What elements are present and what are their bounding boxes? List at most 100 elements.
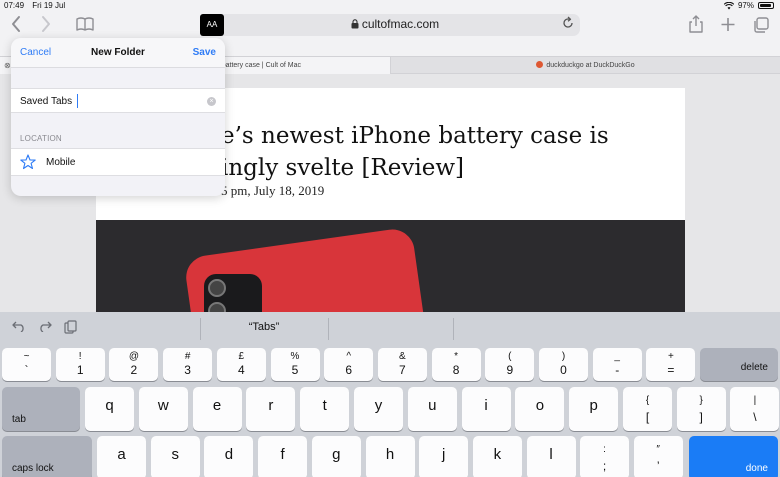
article-photo [96,220,685,318]
tab-duckduckgo[interactable]: duckduckgo at DuckDuckGo [390,57,780,74]
key-f[interactable]: f [258,436,308,477]
key-e[interactable]: e [192,387,242,431]
key-backtick[interactable]: ~ ` [2,348,51,381]
key-l[interactable]: l [526,436,576,477]
key-1[interactable]: ! 1 [55,348,105,381]
undo-icon[interactable] [12,320,26,335]
key-bracket-1[interactable]: }] [676,387,726,431]
key-g[interactable]: g [311,436,361,477]
key-0[interactable]: ) 0 [539,348,588,381]
key-shift-symbol: & [399,351,406,362]
key-bracket-0[interactable]: {[ [623,387,672,431]
save-button[interactable]: Save [193,47,216,58]
clear-text-icon[interactable]: × [207,97,216,106]
caps-lock-key-label: caps lock [12,463,54,474]
key-letter: p [589,397,598,414]
reader-aa-button[interactable]: AA [200,14,224,36]
folder-name-input[interactable] [20,93,200,109]
key-minus[interactable]: _ - [592,348,642,381]
key-symbol: 4 [237,363,245,377]
redo-icon[interactable] [38,320,52,335]
key-letter: y [374,397,383,414]
key-2[interactable]: @2 [109,348,159,381]
location-section-label: LOCATION [20,134,62,143]
key-9[interactable]: (9 [485,348,535,381]
tab-title: duckduckgo at DuckDuckGo [546,62,635,69]
key-p[interactable]: p [569,387,619,431]
key-j[interactable]: j [419,436,469,477]
key-bracket-2[interactable]: | \ [730,387,780,431]
chevron-left-icon[interactable] [10,14,22,38]
key-quote[interactable]: ″’ [633,436,683,477]
key-letter: g [332,446,341,463]
book-icon[interactable] [76,14,94,38]
key-letter: e [212,397,222,414]
caps-lock-key[interactable]: caps lock [2,436,92,477]
suggestion-divider [328,318,329,340]
key-letter: t [322,397,327,414]
address-bar[interactable]: cultofmac.com [210,14,580,36]
key-8[interactable]: * 8 [431,348,481,381]
key-equals[interactable]: + = [646,348,696,381]
key-h[interactable]: h [365,436,415,477]
done-key[interactable]: done [689,436,778,477]
key-symbol: 0 [560,363,567,377]
plus-icon[interactable] [720,14,736,38]
key-y[interactable]: y [354,387,403,431]
paste-icon[interactable] [64,320,78,337]
key-shift-symbol: + [667,351,674,362]
key-letter: k [493,446,502,463]
key-3[interactable]: #3 [163,348,213,381]
key-q[interactable]: q [85,387,134,431]
key-shift-symbol: ^ [346,351,352,362]
key-shift-symbol: £ [238,351,245,362]
key-t[interactable]: t [300,387,350,431]
delete-key[interactable]: delete [700,348,778,381]
key-shift-symbol: ″ [656,444,660,455]
key-symbol: ] [699,410,703,424]
key-7[interactable]: & 7 [377,348,427,381]
share-icon[interactable] [688,14,704,38]
key-shift-symbol: % [290,351,300,362]
popover-header: Cancel New Folder Save [11,38,225,68]
suggestion-divider [453,318,454,340]
key-k[interactable]: k [472,436,522,477]
key-w[interactable]: w [138,387,188,431]
key-symbol: 7 [399,363,406,377]
key-letter: a [117,446,126,463]
key-i[interactable]: i [461,387,511,431]
key-letter: s [171,446,179,463]
delete-key-label: delete [740,362,768,373]
reload-icon[interactable] [562,16,574,33]
key-6[interactable]: ^ 6 [324,348,374,381]
key-symbol: 5 [291,363,299,377]
key-5[interactable]: % 5 [270,348,320,381]
folder-name-row[interactable]: × [11,88,225,113]
lens-icon [208,279,226,297]
url-display[interactable]: cultofmac.com [210,17,580,31]
key-semicolon[interactable]: :; [580,436,629,477]
key-r[interactable]: r [246,387,296,431]
key-shift-symbol: } [699,395,703,406]
key-s[interactable]: s [150,436,200,477]
key-a[interactable]: a [97,436,146,477]
tabs-icon[interactable] [752,14,770,38]
key-symbol: 3 [184,363,191,377]
close-icon[interactable]: ⊗ [4,57,11,74]
predictive-suggestion[interactable]: “Tabs” [200,321,328,333]
key-letter: w [157,397,169,414]
battery-percent: 97% [737,1,754,10]
key-shift-symbol: ! [78,351,82,362]
wifi-icon [723,1,734,9]
tab-key[interactable]: tab [2,387,80,431]
chevron-right-icon[interactable] [40,14,52,38]
key-u[interactable]: u [407,387,457,431]
key-symbol: ’ [656,459,660,473]
battery-icon [758,2,774,9]
key-o[interactable]: o [515,387,565,431]
key-symbol: = [667,363,675,377]
location-row-mobile[interactable]: Mobile [11,148,225,176]
key-d[interactable]: d [204,436,254,477]
key-4[interactable]: £4 [216,348,266,381]
onscreen-keyboard: “Tabs” delete tab caps lock done ~ `! 1 @2 #… [0,312,780,477]
